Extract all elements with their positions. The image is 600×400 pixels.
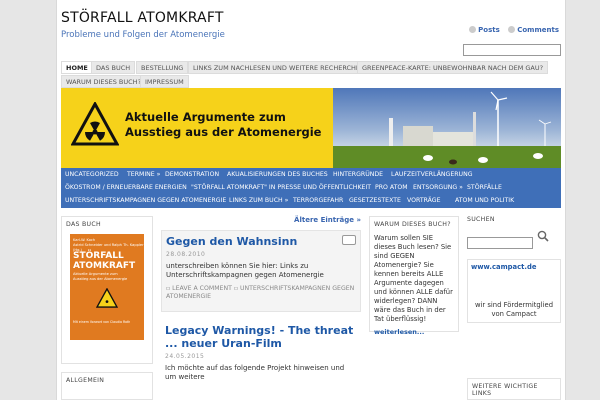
comment-icon: ▫ [166, 285, 171, 292]
feed-links: Posts Comments [463, 26, 559, 34]
category-hintergruende[interactable]: HINTERGRÜNDE [333, 171, 383, 178]
category-presse[interactable]: "STÖRFALL ATOMKRAFT" IN PRESSE UND ÖFFEN… [191, 184, 371, 191]
rss-icon [469, 26, 477, 33]
read-more-link[interactable]: weiterlesen... [374, 328, 454, 336]
category-entsorgung[interactable]: ENTSORGUNG » [413, 184, 463, 191]
nav-warum-dieses-buch[interactable]: WARUM DIESES BUCH? [61, 75, 147, 88]
main-content: Ältere Einträge » Gegen den Wahnsinn 28.… [161, 216, 361, 382]
category-links-zum-buch[interactable]: LINKS ZUM BUCH » [229, 197, 288, 204]
post-title[interactable]: Gegen den Wahnsinn [166, 235, 356, 248]
banner-headline: Aktuelle Argumente zum Ausstieg aus der … [125, 110, 322, 139]
category-stoerfaelle[interactable]: STÖRFÄLLE [467, 184, 502, 191]
page-container: STÖRFALL ATOMKRAFT Probleme und Folgen d… [56, 0, 566, 400]
comments-feed-link[interactable]: Comments [517, 26, 559, 34]
why-book-widget: WARUM DIESES BUCH? Warum sollen SIE dies… [369, 216, 459, 336]
power-plant-landscape-image [333, 91, 561, 168]
book-cover-subtitle: Aktuelle Argumente zum Ausstieg aus der … [73, 272, 128, 281]
nav-das-buch[interactable]: DAS BUCH [91, 61, 136, 74]
why-book-text: Warum sollen SIE dieses Buch lesen? Sie … [374, 234, 453, 323]
category-demonstration[interactable]: DEMONSTRATION [165, 171, 219, 178]
why-book-title: WARUM DIESES BUCH? [374, 221, 451, 228]
category-navigation: UNCATEGORIZED TERMINE » DEMONSTRATION AK… [61, 168, 561, 208]
post-legacy-warnings: Legacy Warnings! - The threat ... neuer … [161, 324, 361, 382]
category-gesetzestexte[interactable]: GESETZESTEXTE [349, 197, 401, 204]
post-date: 24.05.2015 [165, 353, 205, 360]
sidebar-right: SUCHEN www.campact.de wir sind Fördermit… [467, 216, 561, 323]
nav-greenpeace-karte[interactable]: GREENPEACE-KARTE: UNBEWOHNBAR NACH DEM G… [357, 61, 549, 74]
post-excerpt: Ich möchte auf das folgende Projekt hinw… [165, 364, 345, 381]
post-meta: ▫ LEAVE A COMMENT ▫ UNTERSCHRIFTSKAMPAGN… [166, 285, 356, 301]
campact-link[interactable]: www.campact.de [471, 263, 557, 271]
category-terrorgefahr[interactable]: TERRORGEFAHR [293, 197, 343, 204]
post-excerpt: unterschreiben können Sie hier: Links zu… [166, 262, 324, 279]
folder-icon: ▫ [233, 285, 239, 292]
category-laufzeitverlaengerung[interactable]: LAUFZEITVERLÄNGERUNG [391, 171, 473, 178]
comment-bubble-icon[interactable] [342, 235, 356, 245]
header-search-input[interactable] [463, 44, 561, 56]
allgemein-widget: ALLGEMEIN [61, 372, 153, 400]
category-termine[interactable]: TERMINE » [127, 171, 160, 178]
posts-feed-link[interactable]: Posts [478, 26, 500, 34]
more-links-widget: WEITERE WICHTIGE LINKS [467, 378, 561, 400]
book-publisher-note: Mit einem Vorwort von Claudia Roth [73, 320, 131, 324]
category-uncategorized[interactable]: UNCATEGORIZED [65, 171, 119, 178]
post-date: 28.08.2010 [166, 251, 206, 258]
radiation-warning-icon [71, 102, 119, 146]
search-widget-title: SUCHEN [467, 216, 495, 223]
book-radiation-icon [96, 288, 118, 308]
older-entries-link[interactable]: Ältere Einträge » [161, 216, 361, 224]
campact-widget: www.campact.de wir sind Fördermitglied v… [467, 259, 561, 323]
nav-impressum[interactable]: IMPRESSUM [140, 75, 189, 88]
sidebar-middle: WARUM DIESES BUCH? Warum sollen SIE dies… [369, 216, 459, 336]
site-tagline: Probleme und Folgen der Atomenergie [61, 30, 225, 40]
site-title[interactable]: STÖRFALL ATOMKRAFT [61, 10, 224, 26]
search-icon[interactable] [537, 230, 549, 242]
book-widget-title: DAS BUCH [66, 221, 101, 228]
more-links-title: WEITERE WICHTIGE LINKS [472, 383, 538, 397]
category-akualisierungen[interactable]: AKUALISIERUNGEN DES BUCHES [227, 171, 328, 178]
campact-note: wir sind Fördermitglied von Campact [474, 301, 554, 318]
rss-icon [508, 26, 516, 33]
allgemein-widget-title: ALLGEMEIN [66, 377, 105, 384]
post-title[interactable]: Legacy Warnings! - The threat ... neuer … [165, 324, 357, 350]
post-gegen-den-wahnsinn: Gegen den Wahnsinn 28.08.2010 unterschre… [161, 230, 361, 312]
search-input[interactable] [467, 237, 533, 249]
category-unterschriftskampagnen[interactable]: UNTERSCHRIFTSKAMPAGNEN GEGEN ATOMENERGIE [65, 197, 226, 204]
category-atom-und-politik[interactable]: ATOM UND POLITIK [455, 197, 514, 204]
nav-home[interactable]: HOME [61, 61, 93, 74]
header-banner: Aktuelle Argumente zum Ausstieg aus der … [61, 88, 561, 168]
nav-bestellung[interactable]: BESTELLUNG [136, 61, 189, 74]
sidebar-left: DAS BUCH Karl-W. Koch Astrid Schneider u… [61, 216, 153, 364]
nav-links-recherchen[interactable]: LINKS ZUM NACHLESEN UND WEITERE RECHERCH… [188, 61, 370, 74]
book-cover-title: STÖRFALL ATOMKRAFT [73, 251, 136, 271]
leave-comment-link[interactable]: LEAVE A COMMENT [172, 285, 232, 292]
category-pro-atom[interactable]: PRO ATOM [375, 184, 408, 191]
book-cover-image[interactable]: Karl-W. Koch Astrid Schneider und Ralph … [70, 234, 144, 340]
book-widget: DAS BUCH Karl-W. Koch Astrid Schneider u… [61, 216, 153, 364]
category-vortraege[interactable]: VORTRÄGE [407, 197, 441, 204]
category-oekostrom[interactable]: ÖKOSTROM / ERNEUERBARE ENERGIEN [65, 184, 187, 191]
